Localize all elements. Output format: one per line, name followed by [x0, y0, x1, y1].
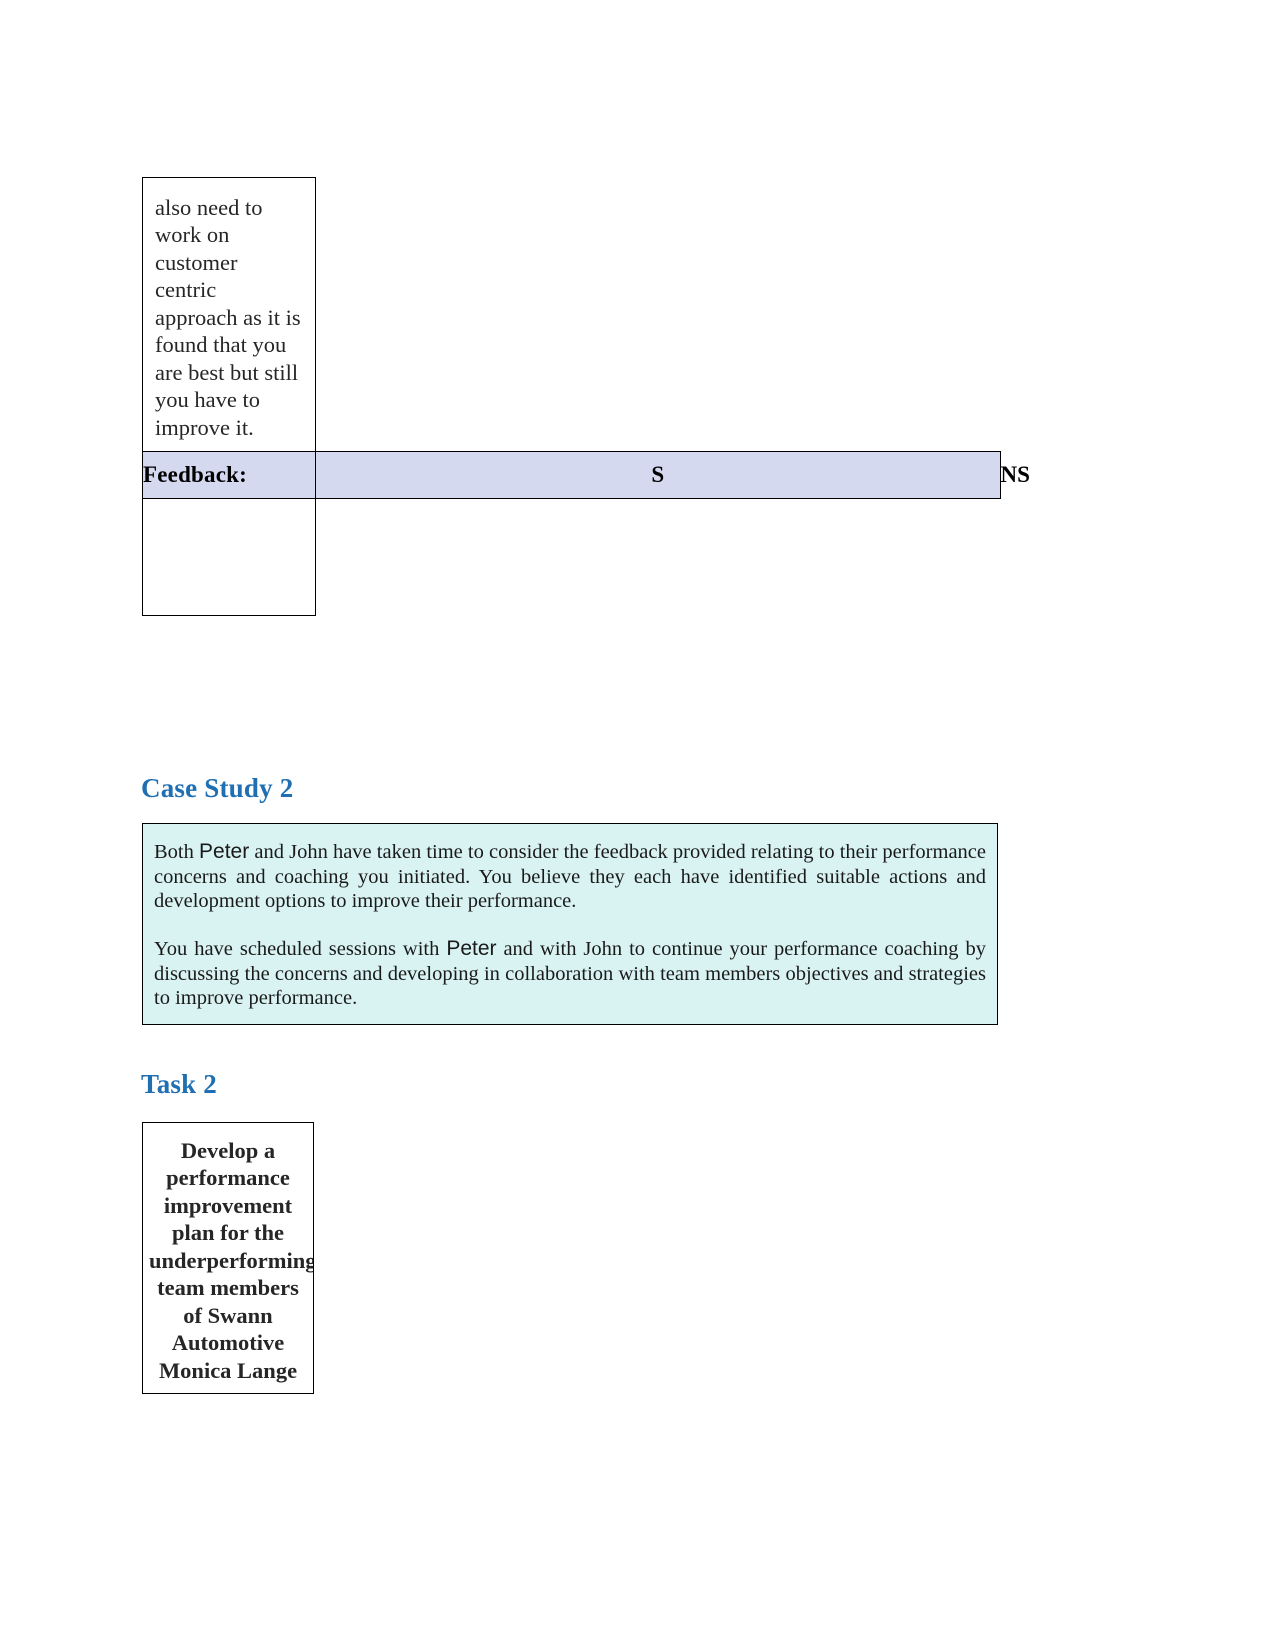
continued-blank-cell [316, 178, 1001, 452]
case-study-paragraph-1: Both Peter and John have taken time to c… [154, 840, 986, 913]
satisfactory-mark-label: S [651, 461, 665, 487]
case-study-box: Both Peter and John have taken time to c… [142, 823, 998, 1026]
continued-comment-cell: also need to work on customer centric ap… [142, 177, 316, 452]
task-instruction-text: Develop a performance improvement plan f… [149, 1138, 313, 1383]
paragraph-1-person-name: Peter [199, 840, 250, 863]
table-row-empty [142, 497, 1001, 616]
task-instruction-cell: Develop a performance improvement plan f… [142, 1122, 314, 1394]
table-row: also need to work on customer centric ap… [142, 177, 1001, 452]
paragraph-2-text-before-name: You have scheduled sessions with [154, 938, 447, 961]
paragraph-1-text-after-name: and John have taken time to consider the… [154, 841, 986, 912]
paragraph-2-person-name: Peter [446, 937, 497, 961]
continued-comment-text: also need to work on customer centric ap… [155, 195, 301, 440]
feedback-row: Feedback: S NS [142, 450, 1030, 499]
satisfactory-mark-cell: S [315, 450, 1001, 499]
paragraph-1-text-before-name: Both [154, 841, 200, 863]
case-study-paragraph-2: You have scheduled sessions with Peter a… [154, 937, 986, 1010]
table-row: Develop a performance improvement plan f… [142, 1122, 314, 1394]
document-page: also need to work on customer centric ap… [0, 0, 1275, 1651]
feedback-label: Feedback: [143, 461, 248, 487]
task-heading: Task 2 [141, 1069, 218, 1099]
performance-review-table-continued: also need to work on customer centric ap… [142, 177, 1030, 616]
empty-blank-cell [316, 498, 1001, 615]
not-satisfactory-mark-label: NS [1000, 461, 1030, 487]
task-table: Develop a performance improvement plan f… [142, 1122, 314, 1394]
empty-response-cell[interactable] [142, 497, 316, 616]
feedback-label-cell: Feedback: [142, 450, 316, 499]
case-study-heading: Case Study 2 [141, 773, 294, 803]
